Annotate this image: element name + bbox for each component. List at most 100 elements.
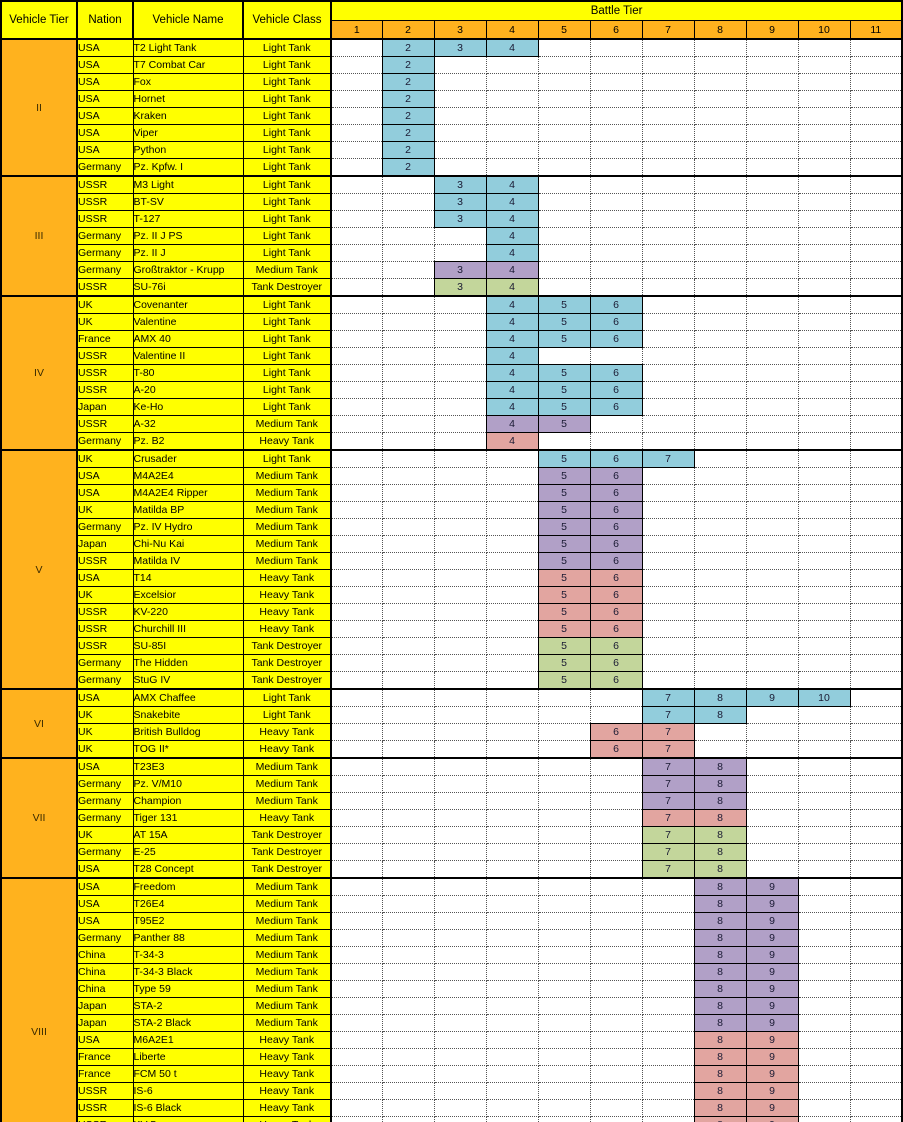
vehicle-name-cell: Panther 88: [132, 929, 244, 947]
battle-tier-empty-10: [797, 347, 851, 365]
battle-tier-empty-2: [381, 740, 435, 759]
battle-tier-empty-6: [589, 158, 643, 177]
battle-tier-mark-8: 8: [693, 843, 747, 861]
battle-tier-empty-3: [433, 946, 487, 964]
vehicle-name-cell: The Hidden: [132, 654, 244, 672]
battle-tier-empty-7: [641, 1065, 695, 1083]
battle-tier-empty-6: [589, 757, 643, 776]
battle-tier-empty-11: [849, 688, 903, 707]
battle-tier-empty-6: [589, 278, 643, 297]
battle-tier-mark-5: 5: [537, 603, 591, 621]
battle-tier-empty-1: [330, 1014, 383, 1032]
battle-tier-mark-5: 5: [537, 415, 591, 433]
nation-cell: UK: [76, 501, 134, 519]
battle-tier-empty-1: [330, 723, 383, 741]
battle-tier-empty-8: [693, 364, 747, 382]
nation-cell: USA: [76, 860, 134, 879]
battle-tier-empty-10: [797, 415, 851, 433]
vehicle-name-cell: T14: [132, 569, 244, 587]
battle-tier-empty-6: [589, 141, 643, 159]
battle-tier-empty-4: [485, 620, 539, 638]
battle-tier-empty-2: [381, 1031, 435, 1049]
table-row: USSR Churchill III Heavy Tank 5 6: [1, 620, 903, 638]
battle-tier-empty-10: [797, 73, 851, 91]
battle-tier-mark-8: 8: [693, 963, 747, 981]
battle-tier-empty-10: [797, 997, 851, 1015]
battle-tier-mark-2: 2: [381, 38, 435, 57]
battle-tier-empty-11: [849, 671, 903, 690]
battle-tier-mark-6: 6: [589, 501, 643, 519]
battle-tier-mark-6: 6: [589, 484, 643, 502]
battle-tier-empty-10: [797, 398, 851, 416]
battle-tier-empty-7: [641, 398, 695, 416]
nation-cell: UK: [76, 313, 134, 331]
battle-tier-empty-1: [330, 261, 383, 279]
battle-tier-empty-3: [433, 654, 487, 672]
battle-tier-empty-10: [797, 467, 851, 485]
battle-tier-empty-5: [537, 1082, 591, 1100]
battle-tier-empty-11: [849, 997, 903, 1015]
battle-tier-empty-4: [485, 1082, 539, 1100]
battle-tier-empty-4: [485, 552, 539, 570]
table-row: Germany Pz. B2 Heavy Tank 4: [1, 432, 903, 451]
battle-tier-empty-4: [485, 141, 539, 159]
vehicle-name-cell: A-20: [132, 381, 244, 399]
battle-tier-empty-2: [381, 398, 435, 416]
battle-tier-empty-1: [330, 484, 383, 502]
vehicle-class-cell: Tank Destroyer: [242, 654, 332, 672]
battle-tier-empty-4: [485, 723, 539, 741]
battle-tier-empty-6: [589, 706, 643, 724]
battle-tier-empty-6: [589, 1099, 643, 1117]
nation-cell: USA: [76, 1031, 134, 1049]
table-row: USA T14 Heavy Tank 5 6: [1, 569, 903, 587]
battle-tier-empty-4: [485, 73, 539, 91]
battle-tier-empty-7: [641, 175, 695, 194]
vehicle-class-cell: Light Tank: [242, 90, 332, 108]
battle-tier-mark-10: 10: [797, 688, 851, 707]
battle-tier-empty-7: [641, 946, 695, 964]
nation-cell: France: [76, 330, 134, 348]
vehicle-class-cell: Light Tank: [242, 364, 332, 382]
battle-tier-empty-2: [381, 688, 435, 707]
battle-tier-empty-1: [330, 107, 383, 125]
battle-tier-mark-9: 9: [745, 963, 799, 981]
battle-tier-empty-9: [745, 158, 799, 177]
battle-tier-mark-9: 9: [745, 1082, 799, 1100]
battle-tier-mark-5: 5: [537, 364, 591, 382]
battle-tier-empty-1: [330, 637, 383, 655]
battle-tier-empty-4: [485, 792, 539, 810]
vehicle-name-cell: T-34-3 Black: [132, 963, 244, 981]
battle-tier-empty-4: [485, 56, 539, 74]
table-row: Germany Champion Medium Tank 7 8: [1, 792, 903, 810]
battle-tier-empty-10: [797, 1082, 851, 1100]
battle-tier-empty-11: [849, 1014, 903, 1032]
vehicle-class-cell: Medium Tank: [242, 757, 332, 776]
battle-tier-empty-11: [849, 1048, 903, 1066]
nation-cell: USA: [76, 73, 134, 91]
battle-tier-empty-10: [797, 826, 851, 844]
battle-tier-empty-6: [589, 175, 643, 194]
battle-tier-empty-6: [589, 210, 643, 228]
battle-tier-empty-11: [849, 398, 903, 416]
vehicle-name-cell: Pz. B2: [132, 432, 244, 451]
nation-cell: UK: [76, 723, 134, 741]
vehicle-name-cell: A-32: [132, 415, 244, 433]
battle-tier-empty-7: [641, 586, 695, 604]
nation-cell: UK: [76, 449, 134, 468]
battle-tier-mark-6: 6: [589, 671, 643, 690]
vehicle-name-cell: AMX 40: [132, 330, 244, 348]
battle-tier-empty-9: [745, 330, 799, 348]
battle-tier-empty-1: [330, 193, 383, 211]
battle-tier-empty-5: [537, 877, 591, 896]
table-row: Japan STA-2 Medium Tank 8 9: [1, 997, 903, 1015]
battle-tier-empty-2: [381, 295, 435, 314]
battle-tier-empty-11: [849, 313, 903, 331]
battle-tier-empty-7: [641, 620, 695, 638]
battle-tier-empty-2: [381, 706, 435, 724]
vehicle-class-cell: Heavy Tank: [242, 1065, 332, 1083]
table-row: UK Snakebite Light Tank 7 8: [1, 706, 903, 724]
battle-tier-empty-8: [693, 347, 747, 365]
battle-tier-mark-8: 8: [693, 980, 747, 998]
battle-tier-empty-3: [433, 432, 487, 451]
nation-cell: USSR: [76, 1116, 134, 1122]
